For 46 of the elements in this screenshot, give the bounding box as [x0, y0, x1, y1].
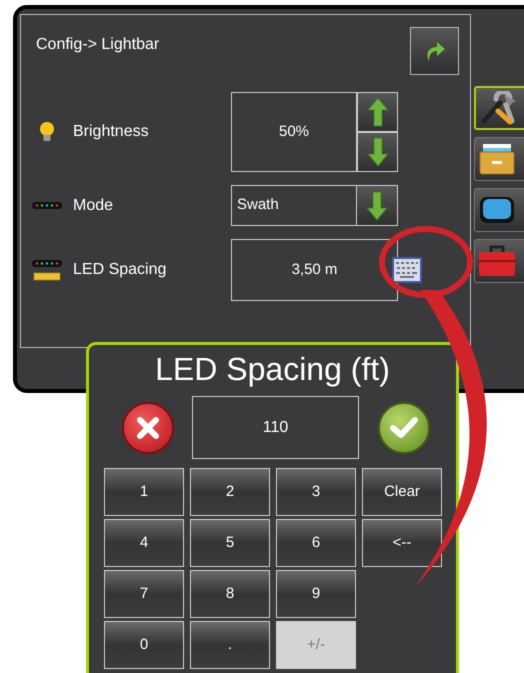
keypad-key[interactable]: 9	[276, 570, 356, 618]
value-text: 3,50 m	[292, 260, 338, 280]
keypad-key[interactable]: 5	[190, 519, 270, 567]
down-arrow-icon	[366, 137, 388, 167]
increase-button[interactable]	[357, 92, 398, 132]
dropdown-field[interactable]: Swath	[231, 185, 398, 226]
side-tab[interactable]	[474, 86, 524, 130]
lightbar-icon	[31, 200, 63, 210]
keypad-key[interactable]: 6	[276, 519, 356, 567]
toolbox-icon	[477, 244, 517, 278]
lightbar-ruler-icon	[31, 259, 63, 281]
keypad-input-field[interactable]: 110	[192, 396, 359, 459]
keypad-key[interactable]: 3	[276, 468, 356, 516]
keypad-key[interactable]: Clear	[362, 468, 442, 516]
keypad-key[interactable]: <--	[362, 519, 442, 567]
value-field[interactable]: 3,50 m	[231, 239, 398, 301]
setting-label: LED Spacing	[73, 260, 168, 280]
down-arrow-icon	[366, 190, 388, 220]
keypad-title: LED Spacing (ft)	[155, 350, 390, 389]
keypad-key[interactable]: 1	[104, 468, 184, 516]
keypad-key[interactable]: 4	[104, 519, 184, 567]
return-button[interactable]	[410, 27, 459, 75]
keypad-key[interactable]: 8	[190, 570, 270, 618]
setting-label: Mode	[73, 196, 114, 216]
keypad-key[interactable]: 7	[104, 570, 184, 618]
check-icon	[390, 416, 418, 440]
close-icon	[136, 416, 160, 440]
dropdown-value: Swath	[236, 195, 280, 216]
keyboard-button[interactable]	[390, 255, 423, 285]
confirm-button[interactable]	[378, 402, 430, 454]
screen-title: Config-> Lightbar	[36, 35, 160, 55]
keypad-key[interactable]: 2	[190, 468, 270, 516]
side-tab[interactable]	[474, 137, 524, 181]
cancel-button[interactable]	[122, 402, 174, 454]
value-text: 50%	[278, 122, 310, 142]
keypad-key[interactable]: .	[190, 621, 270, 669]
side-tab[interactable]	[474, 188, 524, 232]
setting-label: Brightness	[73, 122, 150, 142]
up-arrow-icon	[366, 97, 388, 127]
keypad-key[interactable]: 0	[104, 621, 184, 669]
value-field[interactable]: 50%	[231, 92, 357, 172]
file-cabinet-icon	[477, 142, 517, 176]
keyboard-icon	[390, 256, 422, 284]
input-value: 110	[262, 418, 288, 438]
decrease-button[interactable]	[357, 132, 398, 172]
dropdown-button[interactable]	[356, 186, 397, 225]
